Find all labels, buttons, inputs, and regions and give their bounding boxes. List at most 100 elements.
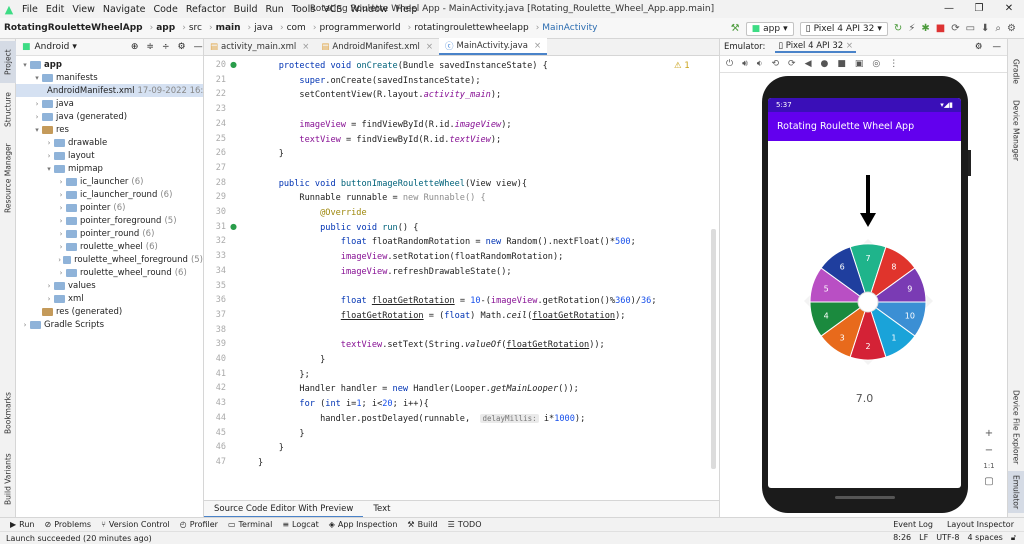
tool-tab-resource-manager[interactable]: Resource Manager <box>0 139 16 217</box>
close-icon[interactable]: × <box>302 42 309 52</box>
more-icon[interactable]: ⋮ <box>889 59 898 69</box>
tool-tab-emulator[interactable]: Emulator <box>1008 471 1024 513</box>
gear-icon[interactable]: ⚙ <box>1007 23 1016 34</box>
breadcrumb-item[interactable]: app <box>156 23 175 33</box>
menu-vcs[interactable]: VCS <box>319 4 346 15</box>
tree-item[interactable]: › java (generated) <box>16 110 203 123</box>
close-icon[interactable]: × <box>426 42 433 52</box>
menu-window[interactable]: Window <box>346 4 391 15</box>
lock-icon[interactable]: 🔓︎ <box>1011 533 1016 543</box>
tree-arrow-icon[interactable]: › <box>56 178 66 186</box>
tree-item[interactable]: › values <box>16 279 203 292</box>
tool-tab-gradle[interactable]: Gradle <box>1008 51 1024 91</box>
tree-item[interactable]: › xml <box>16 292 203 305</box>
avd-manager-icon[interactable]: ▭ <box>966 23 975 34</box>
tree-arrow-icon[interactable]: › <box>44 139 54 147</box>
tool-tab-structure[interactable]: Structure <box>0 87 16 133</box>
menu-edit[interactable]: Edit <box>42 4 68 15</box>
menu-view[interactable]: View <box>68 4 99 15</box>
tree-arrow-icon[interactable]: › <box>20 321 30 329</box>
tool-app-inspection[interactable]: ◈ App Inspection <box>329 520 398 529</box>
breadcrumb-item[interactable]: src <box>189 23 202 33</box>
tree-arrow-icon[interactable]: › <box>44 295 54 303</box>
tree-item[interactable]: › drawable <box>16 136 203 149</box>
tree-arrow-icon[interactable]: ▾ <box>20 61 30 69</box>
tool-tab-device-file-explorer[interactable]: Device File Explorer <box>1008 387 1024 467</box>
sync-icon[interactable]: ⟳ <box>951 23 959 34</box>
volume-up-icon[interactable]: 🔊︎ <box>742 59 748 69</box>
device-screen[interactable]: 5:37 ▾◢▮ Rotating Roulette Wheel App 7 8 9… <box>768 98 961 488</box>
breadcrumb-item[interactable]: programmerworld <box>319 23 400 33</box>
tree-arrow-icon[interactable]: › <box>56 256 63 264</box>
tree-item[interactable]: ▾ app <box>16 58 203 71</box>
tree-item[interactable]: › roulette_wheel_foreground (5) <box>16 253 203 266</box>
tree-arrow-icon[interactable]: › <box>56 269 66 277</box>
editor-tab[interactable]: ▤ AndroidManifest.xml × <box>315 38 439 55</box>
search-icon[interactable]: ⌕ <box>995 23 1001 34</box>
gear-icon[interactable]: ⚙ <box>177 42 185 52</box>
tool-logcat[interactable]: ≡ Logcat <box>282 520 318 529</box>
code-area[interactable]: protected void onCreate(Bundle savedInst… <box>258 56 713 500</box>
caret-position[interactable]: 8:26 <box>893 533 911 543</box>
menu-build[interactable]: Build <box>230 4 262 15</box>
apply-changes-icon[interactable]: ⚡ <box>908 23 915 34</box>
home-icon[interactable]: ● <box>820 59 828 69</box>
menu-refactor[interactable]: Refactor <box>182 4 230 15</box>
tab-text[interactable]: Text <box>363 504 400 514</box>
locate-icon[interactable]: ⊕ <box>131 42 139 52</box>
rotate-right-icon[interactable]: ⟳ <box>788 59 796 69</box>
tool-profiler[interactable]: ◴ Profiler <box>180 520 218 529</box>
tool-event-log[interactable]: Event Log <box>893 520 933 529</box>
chevron-down-icon[interactable]: ▾ <box>72 42 77 52</box>
line-separator[interactable]: LF <box>919 533 928 543</box>
menu-navigate[interactable]: Navigate <box>99 4 150 15</box>
close-icon[interactable]: × <box>846 41 853 51</box>
indent-setting[interactable]: 4 spaces <box>968 533 1003 543</box>
zoom-out-icon[interactable]: − <box>985 445 993 456</box>
breadcrumb-item[interactable]: MainActivity <box>542 23 597 33</box>
tool-problems[interactable]: ⊘ Problems <box>45 520 92 529</box>
menu-run[interactable]: Run <box>262 4 288 15</box>
emulator-device-tab[interactable]: ▯ Pixel 4 API 32 × <box>775 41 857 53</box>
tree-arrow-icon[interactable]: › <box>44 282 54 290</box>
menu-file[interactable]: File <box>18 4 42 15</box>
tree-arrow-icon[interactable]: ▾ <box>32 126 42 134</box>
hammer-icon[interactable]: ⚒ <box>731 23 740 34</box>
zoom-ratio[interactable]: 1:1 <box>983 462 994 470</box>
minimize-icon[interactable]: — <box>934 0 964 18</box>
camera-icon[interactable]: ▣ <box>855 59 864 69</box>
tree-arrow-icon[interactable]: › <box>44 152 54 160</box>
tree-arrow-icon[interactable]: › <box>56 217 66 225</box>
tool-layout-inspector[interactable]: Layout Inspector <box>947 520 1014 529</box>
hide-panel-icon[interactable]: — <box>993 42 1002 52</box>
close-icon[interactable]: × <box>534 41 541 51</box>
tool-tab-bookmarks[interactable]: Bookmarks <box>0 391 16 435</box>
breadcrumb-item[interactable]: com <box>287 23 306 33</box>
override-marker-icon[interactable]: ● <box>230 60 237 69</box>
tree-item[interactable]: › roulette_wheel (6) <box>16 240 203 253</box>
tree-item[interactable]: AndroidManifest.xml 17-09-2022 16:53 <box>16 84 214 97</box>
tool-terminal[interactable]: ▭ Terminal <box>228 520 272 529</box>
tree-item[interactable]: res (generated) <box>16 305 203 318</box>
tree-item[interactable]: › pointer (6) <box>16 201 203 214</box>
editor-tab[interactable]: ▤ activity_main.xml × <box>204 38 315 55</box>
breadcrumb-item[interactable]: main <box>216 23 241 33</box>
tree-item[interactable]: › ic_launcher_round (6) <box>16 188 203 201</box>
run-config-selector[interactable]: ■ app ▾ <box>745 21 794 36</box>
collapse-icon[interactable]: ≑ <box>146 42 154 52</box>
back-icon[interactable]: ◀ <box>805 59 812 69</box>
tree-arrow-icon[interactable]: › <box>56 243 66 251</box>
close-icon[interactable]: ✕ <box>994 0 1024 18</box>
hide-panel-icon[interactable]: — <box>194 42 203 52</box>
sort-icon[interactable]: ÷ <box>162 42 170 52</box>
tree-item[interactable]: › pointer_round (6) <box>16 227 203 240</box>
menu-code[interactable]: Code <box>149 4 181 15</box>
snapshot-icon[interactable]: ◎ <box>872 59 880 69</box>
volume-down-icon[interactable]: 🔉︎ <box>757 59 763 69</box>
warning-count[interactable]: ⚠ 1 <box>674 61 690 71</box>
tree-item[interactable]: › layout <box>16 149 203 162</box>
file-encoding[interactable]: UTF-8 <box>936 533 959 543</box>
tree-arrow-icon[interactable]: › <box>56 191 66 199</box>
tab-source-preview[interactable]: Source Code Editor With Preview <box>204 501 364 518</box>
tool-todo[interactable]: ☰ TODO <box>448 520 482 529</box>
